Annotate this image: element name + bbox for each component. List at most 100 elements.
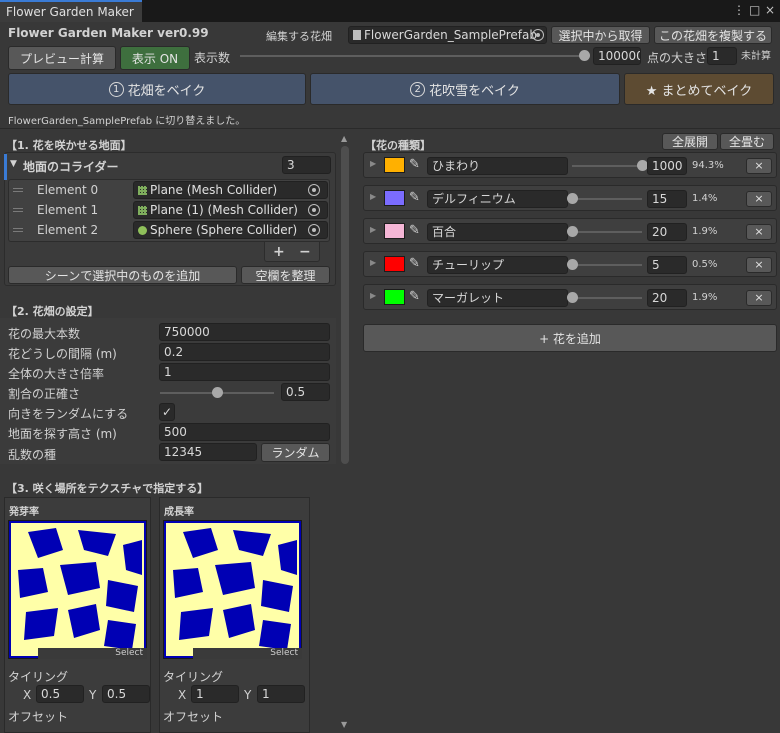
flower-name-field[interactable]: ひまわり [427, 157, 568, 175]
duplicate-garden-button[interactable]: この花畑を複製する [654, 26, 772, 44]
window-tab[interactable]: Flower Garden Maker [0, 0, 142, 22]
tiling-y-label: Y [89, 688, 97, 702]
close-icon[interactable]: × [765, 3, 775, 17]
flower-color-swatch[interactable] [384, 223, 405, 239]
bake-field-button[interactable]: 1 花畑をベイク [8, 73, 306, 105]
flower-name-field[interactable]: 百合 [427, 223, 568, 241]
flower-count-slider-knob[interactable] [567, 226, 578, 237]
collapse-all-button[interactable]: 全畳む [720, 133, 774, 150]
flower-count-slider[interactable] [572, 198, 642, 200]
preview-calc-button[interactable]: プレビュー計算 [8, 46, 116, 70]
flower-name-field[interactable]: マーガレット [427, 289, 568, 307]
add-flower-button[interactable]: + 花を追加 [363, 324, 777, 352]
drag-handle-icon[interactable] [13, 208, 23, 209]
maximize-icon[interactable]: □ [749, 3, 760, 17]
spacing-field[interactable]: 0.2 [159, 343, 330, 361]
garden-object-field[interactable]: FlowerGarden_SamplePrefab [348, 26, 547, 44]
get-selected-button[interactable]: 選択中から取得 [551, 26, 650, 44]
clear-empty-button[interactable]: 空欄を整理 [241, 266, 330, 284]
tiling-y-field[interactable]: 1 [257, 685, 305, 703]
flower-count-field[interactable]: 20 [647, 289, 687, 307]
eyedropper-icon[interactable]: ✎ [409, 289, 420, 304]
ground-height-field[interactable]: 500 [159, 423, 330, 441]
flower-count-field[interactable]: 5 [647, 256, 687, 274]
flower-count-slider[interactable] [572, 165, 642, 167]
flower-count-slider[interactable] [572, 297, 642, 299]
foldout-arrow-icon[interactable]: ▶ [370, 192, 376, 201]
flower-count-slider-knob[interactable] [567, 259, 578, 270]
foldout-arrow-icon[interactable]: ▼ [10, 159, 17, 169]
scroll-down-icon[interactable]: ▼ [341, 720, 347, 729]
drag-handle-icon[interactable] [13, 228, 23, 229]
flower-name-field[interactable]: デルフィニウム [427, 190, 568, 208]
remove-flower-button[interactable]: × [746, 290, 772, 306]
left-scrollbar-thumb[interactable] [341, 146, 349, 464]
foldout-arrow-icon[interactable]: ▶ [370, 225, 376, 234]
flower-color-swatch[interactable] [384, 157, 405, 173]
eyedropper-icon[interactable]: ✎ [409, 157, 420, 172]
bake-all-button[interactable]: ★ まとめてベイク [624, 73, 774, 105]
ratio-accuracy-field[interactable]: 0.5 [281, 383, 330, 401]
tiling-x-label: X [178, 688, 187, 702]
flower-count-field[interactable]: 1000 [647, 157, 687, 175]
flower-name-field[interactable]: チューリップ [427, 256, 568, 274]
display-count-slider[interactable] [240, 55, 584, 57]
random-rotation-checkbox[interactable]: ✓ [159, 403, 175, 421]
flower-count-slider-knob[interactable] [567, 292, 578, 303]
tiling-x-field[interactable]: 1 [191, 685, 239, 703]
flower-count-field[interactable]: 20 [647, 223, 687, 241]
flower-count-slider[interactable] [572, 264, 642, 266]
object-picker-icon[interactable] [308, 184, 320, 196]
flower-count-slider[interactable] [572, 231, 642, 233]
flower-color-swatch[interactable] [384, 256, 405, 272]
remove-flower-button[interactable]: × [746, 158, 772, 174]
remove-flower-button[interactable]: × [746, 224, 772, 240]
remove-element-button[interactable]: − [299, 244, 311, 260]
collider-object-field[interactable]: Sphere (Sphere Collider) [133, 221, 328, 239]
select-texture-button[interactable]: Select [38, 648, 147, 659]
germination-texture-slot[interactable]: Select [7, 519, 148, 660]
display-count-field[interactable]: 100000 [593, 47, 641, 65]
garden-object-value: FlowerGarden_SamplePrefab [364, 28, 537, 42]
scroll-up-icon[interactable]: ▲ [341, 134, 347, 143]
seed-field[interactable]: 12345 [159, 443, 257, 461]
display-count-slider-knob[interactable] [579, 50, 590, 61]
random-seed-button[interactable]: ランダム [261, 443, 330, 462]
status-message: FlowerGarden_SamplePrefab に切り替えました。 [8, 116, 246, 127]
eyedropper-icon[interactable]: ✎ [409, 190, 420, 205]
foldout-arrow-icon[interactable]: ▶ [370, 258, 376, 267]
collider-object-field[interactable]: Plane (1) (Mesh Collider) [133, 201, 328, 219]
object-picker-icon[interactable] [308, 204, 320, 216]
colliders-count-field[interactable]: 3 [282, 156, 331, 174]
foldout-arrow-icon[interactable]: ▶ [370, 159, 376, 168]
growth-texture-slot[interactable]: Select [162, 519, 303, 660]
object-picker-icon[interactable] [308, 224, 320, 236]
add-selected-button[interactable]: シーンで選択中のものを追加 [8, 266, 237, 284]
drag-handle-icon[interactable] [13, 188, 23, 189]
colliders-label[interactable]: 地面のコライダー [23, 158, 119, 175]
expand-all-button[interactable]: 全展開 [662, 133, 718, 150]
tiling-x-field[interactable]: 0.5 [36, 685, 84, 703]
flower-count-slider-knob[interactable] [567, 193, 578, 204]
bake-blizzard-button[interactable]: 2 花吹雪をベイク [310, 73, 620, 105]
foldout-arrow-icon[interactable]: ▶ [370, 291, 376, 300]
collider-object-field[interactable]: Plane (Mesh Collider) [133, 181, 328, 199]
display-toggle-button[interactable]: 表示 ON [120, 46, 190, 70]
select-texture-button[interactable]: Select [193, 648, 302, 659]
max-count-field[interactable]: 750000 [159, 323, 330, 341]
add-element-button[interactable]: + [273, 244, 285, 260]
tiling-y-field[interactable]: 0.5 [102, 685, 150, 703]
kebab-menu-icon[interactable]: ⋮ [733, 3, 745, 17]
scale-field[interactable]: 1 [159, 363, 330, 381]
point-size-field[interactable]: 1 [707, 47, 737, 65]
remove-flower-button[interactable]: × [746, 191, 772, 207]
spacing-label: 花どうしの間隔 (m) [8, 347, 117, 361]
remove-flower-button[interactable]: × [746, 257, 772, 273]
eyedropper-icon[interactable]: ✎ [409, 256, 420, 271]
eyedropper-icon[interactable]: ✎ [409, 223, 420, 238]
ratio-accuracy-slider-knob[interactable] [212, 387, 223, 398]
flower-count-field[interactable]: 15 [647, 190, 687, 208]
flower-color-swatch[interactable] [384, 289, 405, 305]
object-picker-icon[interactable] [532, 29, 544, 41]
flower-color-swatch[interactable] [384, 190, 405, 206]
